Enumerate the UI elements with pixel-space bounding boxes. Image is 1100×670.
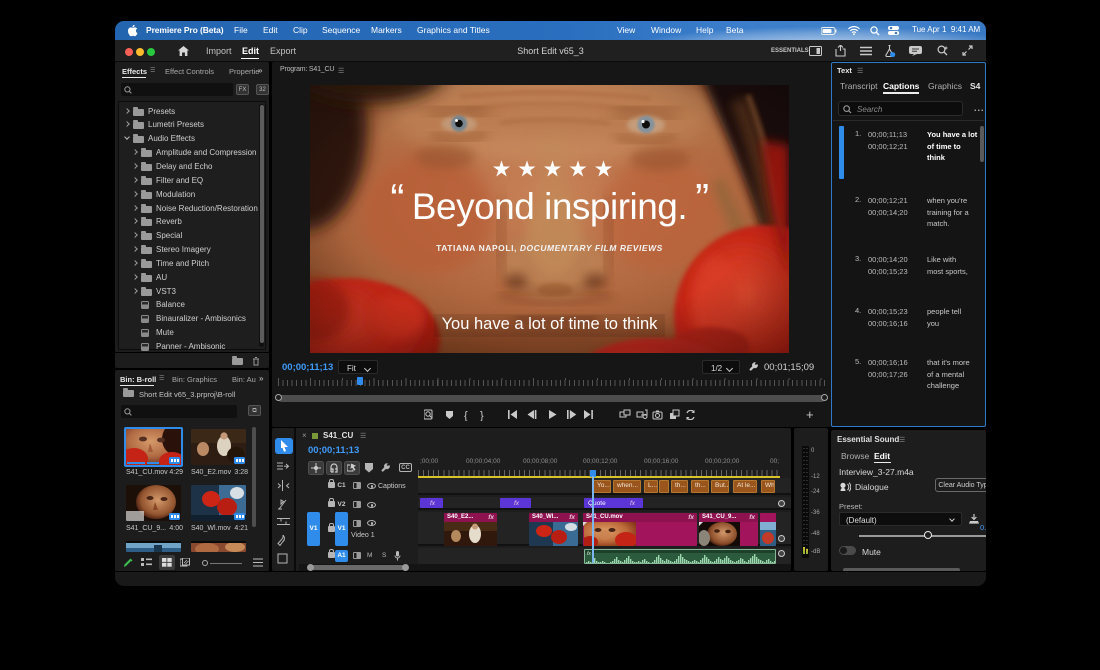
svg-text:{: { [464,410,468,421]
svg-text:}: } [480,410,484,421]
